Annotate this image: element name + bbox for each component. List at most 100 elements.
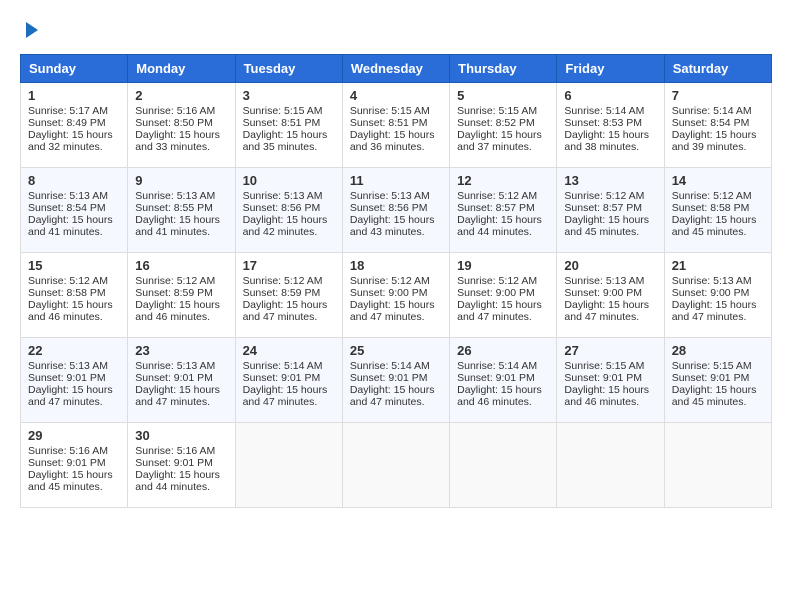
sunrise-text: Sunrise: 5:15 AM: [672, 360, 752, 372]
daylight-text: Daylight: 15 hours and 47 minutes.: [28, 384, 113, 408]
calendar-cell: 22Sunrise: 5:13 AMSunset: 9:01 PMDayligh…: [21, 338, 128, 423]
sunrise-text: Sunrise: 5:13 AM: [672, 275, 752, 287]
day-number: 28: [672, 343, 764, 358]
sunrise-text: Sunrise: 5:16 AM: [135, 445, 215, 457]
sunset-text: Sunset: 8:56 PM: [243, 202, 321, 214]
daylight-text: Daylight: 15 hours and 39 minutes.: [672, 129, 757, 153]
calendar-cell: 3Sunrise: 5:15 AMSunset: 8:51 PMDaylight…: [235, 83, 342, 168]
sunset-text: Sunset: 9:01 PM: [28, 457, 106, 469]
daylight-text: Daylight: 15 hours and 36 minutes.: [350, 129, 435, 153]
sunrise-text: Sunrise: 5:13 AM: [243, 190, 323, 202]
calendar-cell: 4 Sunrise: 5:15 AMSunset: 8:51 PMDaylight…: [342, 83, 449, 168]
calendar-cell: 19Sunrise: 5:12 AMSunset: 9:00 PMDayligh…: [450, 253, 557, 338]
sunset-text: Sunset: 8:54 PM: [672, 117, 750, 129]
calendar-cell: 10Sunrise: 5:13 AMSunset: 8:56 PMDayligh…: [235, 168, 342, 253]
calendar-cell: 8Sunrise: 5:13 AMSunset: 8:54 PMDaylight…: [21, 168, 128, 253]
sunset-text: Sunset: 9:00 PM: [350, 287, 428, 299]
sunset-text: Sunset: 9:00 PM: [672, 287, 750, 299]
calendar-cell: 21Sunrise: 5:13 AMSunset: 9:00 PMDayligh…: [664, 253, 771, 338]
calendar-week-5: 29Sunrise: 5:16 AMSunset: 9:01 PMDayligh…: [21, 423, 772, 508]
daylight-text: Daylight: 15 hours and 45 minutes.: [672, 384, 757, 408]
daylight-text: Daylight: 15 hours and 45 minutes.: [28, 469, 113, 493]
day-number: 7: [672, 88, 764, 103]
sunrise-text: Sunrise: 5:14 AM: [564, 105, 644, 117]
sunrise-text: Sunrise: 5:13 AM: [135, 360, 215, 372]
day-number: 4: [350, 88, 442, 103]
daylight-text: Daylight: 15 hours and 47 minutes.: [350, 299, 435, 323]
day-number: 23: [135, 343, 227, 358]
sunset-text: Sunset: 8:51 PM: [350, 117, 428, 129]
calendar-cell: 2Sunrise: 5:16 AMSunset: 8:50 PMDaylight…: [128, 83, 235, 168]
calendar-cell: 29Sunrise: 5:16 AMSunset: 9:01 PMDayligh…: [21, 423, 128, 508]
calendar-cell: 11Sunrise: 5:13 AMSunset: 8:56 PMDayligh…: [342, 168, 449, 253]
calendar-cell: [235, 423, 342, 508]
day-number: 26: [457, 343, 549, 358]
calendar-cell: 12 Sunrise: 5:12 AMSunset: 8:57 PMDayligh…: [450, 168, 557, 253]
sunrise-text: Sunrise: 5:13 AM: [350, 190, 430, 202]
day-number: 18: [350, 258, 442, 273]
daylight-text: Daylight: 15 hours and 46 minutes.: [28, 299, 113, 323]
day-number: 24: [243, 343, 335, 358]
logo-arrow-icon: [26, 22, 38, 38]
weekday-header-row: SundayMondayTuesdayWednesdayThursdayFrid…: [21, 55, 772, 83]
sunset-text: Sunset: 8:49 PM: [28, 117, 106, 129]
daylight-text: Daylight: 15 hours and 38 minutes.: [564, 129, 649, 153]
sunrise-text: Sunrise: 5:12 AM: [457, 190, 537, 202]
calendar-cell: 16Sunrise: 5:12 AMSunset: 8:59 PMDayligh…: [128, 253, 235, 338]
sunrise-text: Sunrise: 5:13 AM: [135, 190, 215, 202]
sunrise-text: Sunrise: 5:13 AM: [28, 360, 108, 372]
sunset-text: Sunset: 8:57 PM: [564, 202, 642, 214]
calendar-cell: [557, 423, 664, 508]
sunrise-text: Sunrise: 5:14 AM: [350, 360, 430, 372]
sunrise-text: Sunrise: 5:15 AM: [564, 360, 644, 372]
calendar-cell: [664, 423, 771, 508]
calendar-cell: 15Sunrise: 5:12 AMSunset: 8:58 PMDayligh…: [21, 253, 128, 338]
daylight-text: Daylight: 15 hours and 46 minutes.: [457, 384, 542, 408]
day-number: 12: [457, 173, 549, 188]
sunset-text: Sunset: 8:51 PM: [243, 117, 321, 129]
day-number: 3: [243, 88, 335, 103]
day-number: 27: [564, 343, 656, 358]
calendar-cell: [342, 423, 449, 508]
daylight-text: Daylight: 15 hours and 45 minutes.: [672, 214, 757, 238]
daylight-text: Daylight: 15 hours and 42 minutes.: [243, 214, 328, 238]
day-number: 6: [564, 88, 656, 103]
sunset-text: Sunset: 8:54 PM: [28, 202, 106, 214]
sunset-text: Sunset: 9:01 PM: [135, 372, 213, 384]
day-number: 29: [28, 428, 120, 443]
sunrise-text: Sunrise: 5:15 AM: [350, 105, 430, 117]
calendar-cell: 17Sunrise: 5:12 AMSunset: 8:59 PMDayligh…: [235, 253, 342, 338]
sunset-text: Sunset: 8:50 PM: [135, 117, 213, 129]
daylight-text: Daylight: 15 hours and 44 minutes.: [457, 214, 542, 238]
daylight-text: Daylight: 15 hours and 47 minutes.: [350, 384, 435, 408]
sunset-text: Sunset: 9:01 PM: [457, 372, 535, 384]
day-number: 30: [135, 428, 227, 443]
daylight-text: Daylight: 15 hours and 47 minutes.: [672, 299, 757, 323]
day-number: 25: [350, 343, 442, 358]
calendar-cell: 9Sunrise: 5:13 AMSunset: 8:55 PMDaylight…: [128, 168, 235, 253]
daylight-text: Daylight: 15 hours and 46 minutes.: [564, 384, 649, 408]
sunset-text: Sunset: 8:52 PM: [457, 117, 535, 129]
calendar-cell: 13Sunrise: 5:12 AMSunset: 8:57 PMDayligh…: [557, 168, 664, 253]
calendar-cell: 28Sunrise: 5:15 AMSunset: 9:01 PMDayligh…: [664, 338, 771, 423]
calendar-cell: 5Sunrise: 5:15 AMSunset: 8:52 PMDaylight…: [450, 83, 557, 168]
weekday-header-wednesday: Wednesday: [342, 55, 449, 83]
calendar-week-3: 15Sunrise: 5:12 AMSunset: 8:58 PMDayligh…: [21, 253, 772, 338]
sunrise-text: Sunrise: 5:13 AM: [564, 275, 644, 287]
sunrise-text: Sunrise: 5:12 AM: [564, 190, 644, 202]
day-number: 1: [28, 88, 120, 103]
calendar-cell: 1Sunrise: 5:17 AMSunset: 8:49 PMDaylight…: [21, 83, 128, 168]
daylight-text: Daylight: 15 hours and 47 minutes.: [135, 384, 220, 408]
sunset-text: Sunset: 9:01 PM: [135, 457, 213, 469]
day-number: 5: [457, 88, 549, 103]
sunset-text: Sunset: 8:59 PM: [243, 287, 321, 299]
day-number: 9: [135, 173, 227, 188]
calendar-cell: 24Sunrise: 5:14 AMSunset: 9:01 PMDayligh…: [235, 338, 342, 423]
sunrise-text: Sunrise: 5:14 AM: [243, 360, 323, 372]
logo: [20, 20, 38, 38]
sunset-text: Sunset: 8:57 PM: [457, 202, 535, 214]
sunrise-text: Sunrise: 5:13 AM: [28, 190, 108, 202]
sunrise-text: Sunrise: 5:12 AM: [350, 275, 430, 287]
day-number: 8: [28, 173, 120, 188]
sunset-text: Sunset: 8:53 PM: [564, 117, 642, 129]
